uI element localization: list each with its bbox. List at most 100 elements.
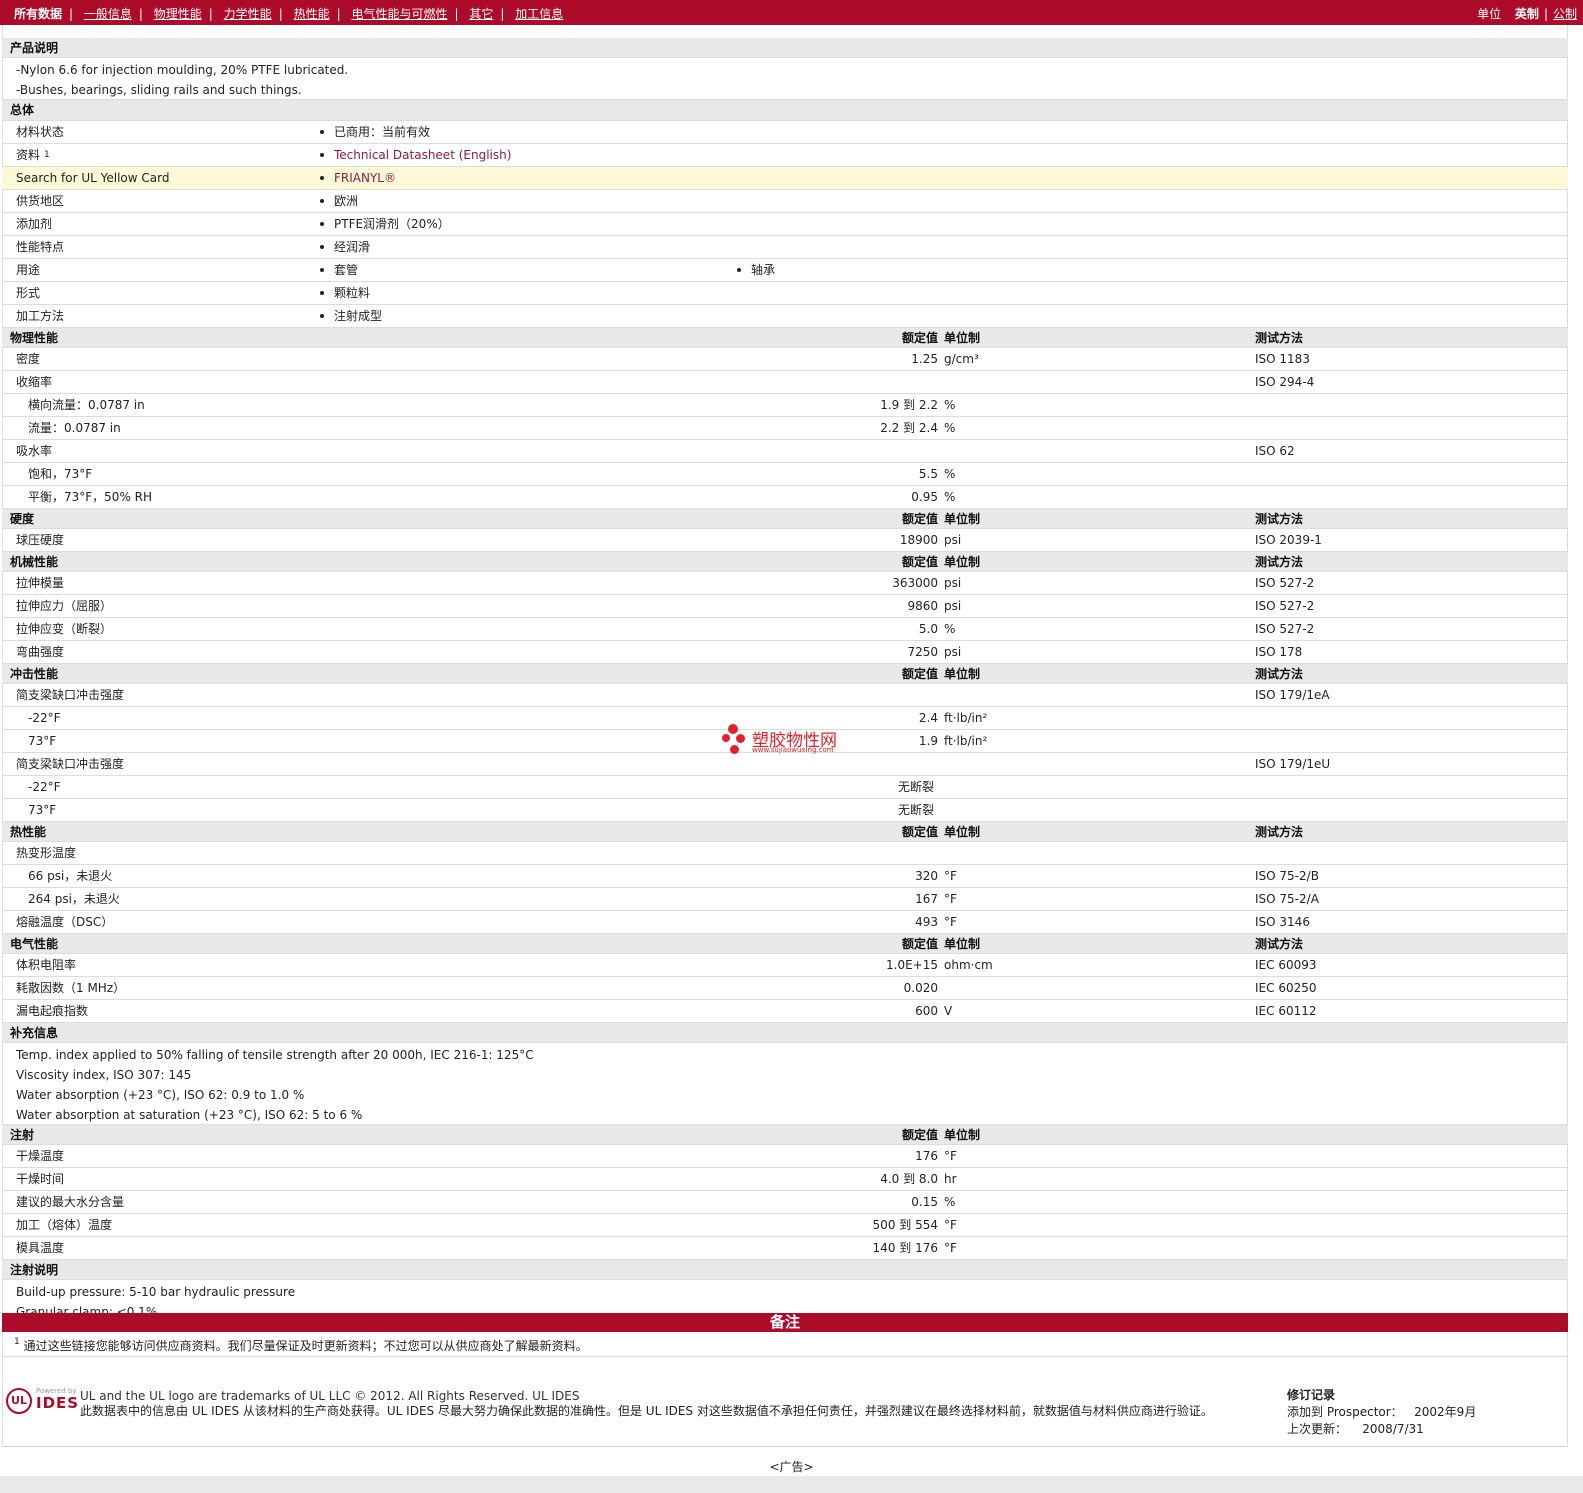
property-unit: % <box>944 398 956 412</box>
property-row: 热变形温度 <box>2 842 1568 865</box>
supplement-line: Water absorption (+23 °C), ISO 62: 0.9 t… <box>16 1088 305 1102</box>
property-label: 建议的最大水分含量 <box>16 1195 125 1209</box>
property-label: 简支梁缺口冲击强度 <box>16 688 125 702</box>
property-row: 流量：0.0787 in 2.2 到 2.4% <box>2 417 1568 440</box>
general-value-text: 颗粒料 <box>334 286 371 300</box>
test-method: IEC 60250 <box>1255 981 1317 995</box>
general-value: PTFE润滑剂（20%） <box>320 213 450 236</box>
watermark-url: www.sujiaowuxing.com <box>752 746 834 754</box>
property-row: 加工（熔体）温度 500 到 554 °F <box>2 1214 1568 1237</box>
remarks-note: 1 通过这些链接您能够访问供应商资料。我们尽量保证及时更新资料；不过您可以从供应… <box>14 1337 588 1354</box>
general-value: 轴承 <box>737 259 775 282</box>
col-header-nominal: 额定值 <box>901 667 938 681</box>
injection-note-line: Build-up pressure: 5-10 bar hydraulic pr… <box>16 1285 296 1299</box>
nav-separator: | <box>278 7 283 21</box>
general-value: 注射成型 <box>320 305 382 328</box>
bullet-icon <box>320 290 324 295</box>
property-value: 0.95 <box>911 490 938 504</box>
property-label: 模具温度 <box>16 1241 65 1255</box>
property-unit: % <box>944 622 956 636</box>
section-header-mechanical: 机械性能 额定值 单位制 测试方法 <box>2 552 1568 572</box>
col-header-method: 测试方法 <box>1255 825 1304 839</box>
property-row: 73°F 无断裂 <box>2 799 1568 822</box>
test-method: IEC 60093 <box>1255 958 1317 972</box>
nav-separator: | <box>454 7 459 21</box>
col-header-method: 测试方法 <box>1255 937 1304 951</box>
general-value: 经润滑 <box>320 236 370 259</box>
section-title: 注射说明 <box>10 1263 59 1277</box>
property-row: -22°F 无断裂 <box>2 776 1568 799</box>
units-separator: | <box>1543 7 1548 21</box>
section-title: 冲击性能 <box>10 667 59 681</box>
col-header-unit: 单位制 <box>944 512 981 526</box>
property-value: 363000 <box>892 576 938 590</box>
property-label: 干燥温度 <box>16 1149 65 1163</box>
nav-separator: | <box>138 7 143 21</box>
supplement-line: Viscosity index, ISO 307: 145 <box>16 1068 192 1082</box>
test-method: ISO 179/1eA <box>1255 688 1330 702</box>
section-nav: 所有数据 | 一般信息 | 物理性能 | 力学性能 | 热性能 | 电气性能与可燃性 | 其… <box>14 5 563 22</box>
property-value: 493 <box>915 915 938 929</box>
col-header-unit: 单位制 <box>944 937 981 951</box>
property-label: 收缩率 <box>16 375 53 389</box>
section-title: 机械性能 <box>10 555 59 569</box>
ides-logo: IDES <box>36 1394 80 1412</box>
property-row: 收缩率 ISO 294-4 <box>2 371 1568 394</box>
ad-label[interactable]: <广告> <box>0 1458 1583 1475</box>
nav-thermal[interactable]: 热性能 <box>294 7 330 21</box>
test-method: ISO 527-2 <box>1255 576 1315 590</box>
test-method: ISO 62 <box>1255 444 1295 458</box>
nav-separator: | <box>500 7 505 21</box>
property-label: 弯曲强度 <box>16 645 65 659</box>
units-english[interactable]: 英制 <box>1515 7 1539 21</box>
bullet-icon <box>320 244 324 249</box>
col-header-method: 测试方法 <box>1255 555 1304 569</box>
general-value[interactable]: FRIANYL® <box>320 167 396 190</box>
property-unit: °F <box>944 1149 957 1163</box>
general-row: 性能特点 经润滑 <box>2 236 1568 259</box>
general-link[interactable]: Technical Datasheet (English) <box>334 148 511 162</box>
col-header-nominal: 额定值 <box>901 1128 938 1142</box>
property-row: 干燥温度 176 °F <box>2 1145 1568 1168</box>
added-label: 添加到 Prospector： <box>1287 1405 1403 1419</box>
property-label: 横向流量：0.0787 in <box>28 398 145 412</box>
nav-other[interactable]: 其它 <box>469 7 493 21</box>
property-row: 拉伸应力（屈服） 9860 psi ISO 527-2 <box>2 595 1568 618</box>
property-unit: ft·lb/in² <box>944 711 988 725</box>
nav-general-info[interactable]: 一般信息 <box>84 7 132 21</box>
property-value: 320 <box>915 869 938 883</box>
general-link[interactable]: FRIANYL® <box>334 171 396 185</box>
property-unit: °F <box>944 915 957 929</box>
col-header-method: 测试方法 <box>1255 667 1304 681</box>
property-value: 0.15 <box>911 1195 938 1209</box>
nav-electrical[interactable]: 电气性能与可燃性 <box>351 7 447 21</box>
section-header-injection: 注射 额定值 单位制 <box>2 1125 1568 1145</box>
bullet-icon <box>320 313 324 318</box>
bullet-icon <box>737 267 741 272</box>
test-method: ISO 294-4 <box>1255 375 1315 389</box>
col-header-method: 测试方法 <box>1255 331 1304 345</box>
remarks-divider <box>2 1356 1568 1357</box>
col-header-nominal: 额定值 <box>901 555 938 569</box>
nav-mechanical[interactable]: 力学性能 <box>224 7 272 21</box>
general-value[interactable]: Technical Datasheet (English) <box>320 144 511 167</box>
property-unit: % <box>944 490 956 504</box>
nav-physical[interactable]: 物理性能 <box>154 7 202 21</box>
general-value-text: 已商用：当前有效 <box>334 125 431 139</box>
section-header-impact: 冲击性能 额定值 单位制 测试方法 <box>2 664 1568 684</box>
property-unit: V <box>944 1004 953 1018</box>
general-row: 用途 套管 轴承 <box>2 259 1568 282</box>
property-label: 264 psi，未退火 <box>28 892 120 906</box>
general-label-wrap: 资料 1 <box>16 144 50 167</box>
section-header-general: 总体 <box>2 100 1568 121</box>
nav-processing[interactable]: 加工信息 <box>515 7 563 21</box>
general-row: Search for UL Yellow Card FRIANYL® <box>2 167 1568 190</box>
description-line: -Bushes, bearings, sliding rails and suc… <box>16 83 302 97</box>
nav-all-data[interactable]: 所有数据 <box>14 7 62 21</box>
col-header-nominal: 额定值 <box>901 825 938 839</box>
general-value: 颗粒料 <box>320 282 370 305</box>
property-value: 18900 <box>899 533 938 547</box>
units-metric[interactable]: 公制 <box>1553 7 1577 21</box>
general-value: 已商用：当前有效 <box>320 121 430 144</box>
test-method: ISO 179/1eU <box>1255 757 1331 771</box>
